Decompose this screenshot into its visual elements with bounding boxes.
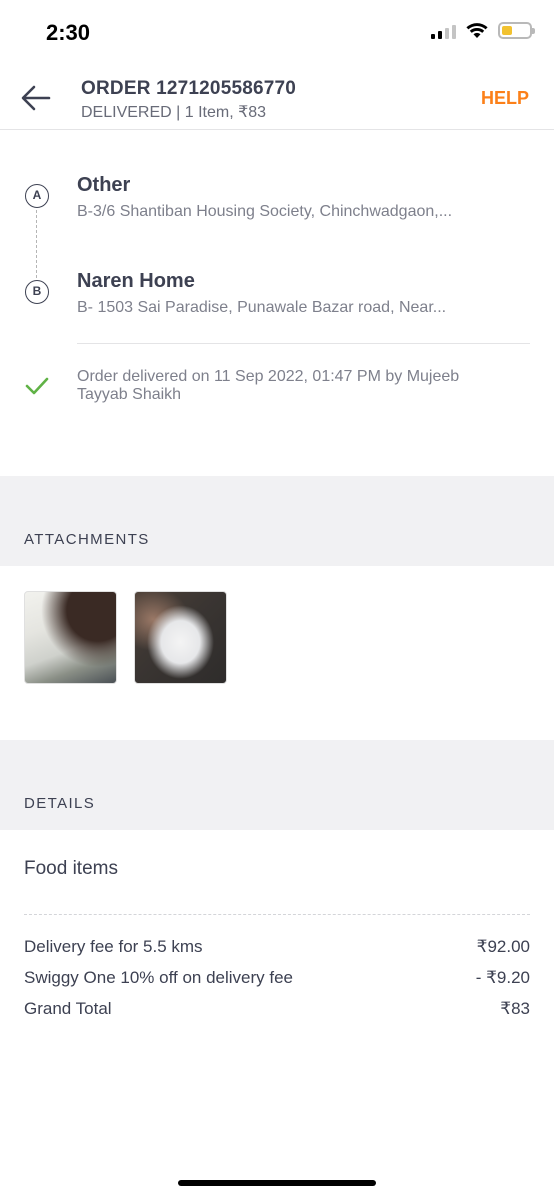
battery-icon xyxy=(498,22,535,39)
details-title: DETAILS xyxy=(24,795,96,812)
bill-row-label: Delivery fee for 5.5 kms xyxy=(24,937,203,956)
status-time: 2:30 xyxy=(46,20,91,45)
attachment-thumbnail[interactable] xyxy=(134,591,227,684)
bill-row-value: ₹83 xyxy=(500,999,530,1018)
home-indicator[interactable] xyxy=(178,1180,376,1186)
status-icons xyxy=(431,22,535,39)
pickup-address: B-3/6 Shantiban Housing Society, Chinchw… xyxy=(77,203,453,220)
drop-name: Naren Home xyxy=(77,270,195,292)
divider xyxy=(77,343,530,344)
attachments-list xyxy=(0,566,554,740)
cellular-signal-icon xyxy=(431,23,456,39)
bill-row-value: - ₹9.20 xyxy=(475,968,530,987)
checkmark-icon xyxy=(25,377,49,395)
attachments-title: ATTACHMENTS xyxy=(24,531,150,548)
order-header: ORDER 1271205586770 DELIVERED | 1 Item, … xyxy=(0,64,554,130)
delivery-status: Order delivered on 11 Sep 2022, 01:47 PM… xyxy=(77,368,460,403)
order-title: ORDER 1271205586770 xyxy=(81,78,297,99)
attachments-header: ATTACHMENTS xyxy=(0,476,554,566)
drop-address: B- 1503 Sai Paradise, Punawale Bazar roa… xyxy=(77,299,447,316)
pickup-marker-icon: A xyxy=(25,184,49,208)
dashed-divider xyxy=(24,914,530,915)
wifi-icon xyxy=(466,23,488,38)
drop-marker-icon: B xyxy=(25,280,49,304)
back-arrow-icon[interactable] xyxy=(20,84,52,112)
bill-row-label: Swiggy One 10% off on delivery fee xyxy=(24,968,294,987)
attachment-thumbnail[interactable] xyxy=(24,591,117,684)
bill-row-value: ₹92.00 xyxy=(476,937,530,956)
route-connector xyxy=(36,210,37,278)
help-button[interactable]: HELP xyxy=(481,88,529,109)
food-items-title: Food items xyxy=(24,858,118,879)
status-bar: 2:30 xyxy=(0,0,554,64)
route-section: A Other B-3/6 Shantiban Housing Society,… xyxy=(0,130,554,476)
pickup-name: Other xyxy=(77,174,131,196)
order-summary: DELIVERED | 1 Item, ₹83 xyxy=(81,104,267,121)
details-header: DETAILS xyxy=(0,740,554,830)
bill-row-label: Grand Total xyxy=(24,999,112,1018)
